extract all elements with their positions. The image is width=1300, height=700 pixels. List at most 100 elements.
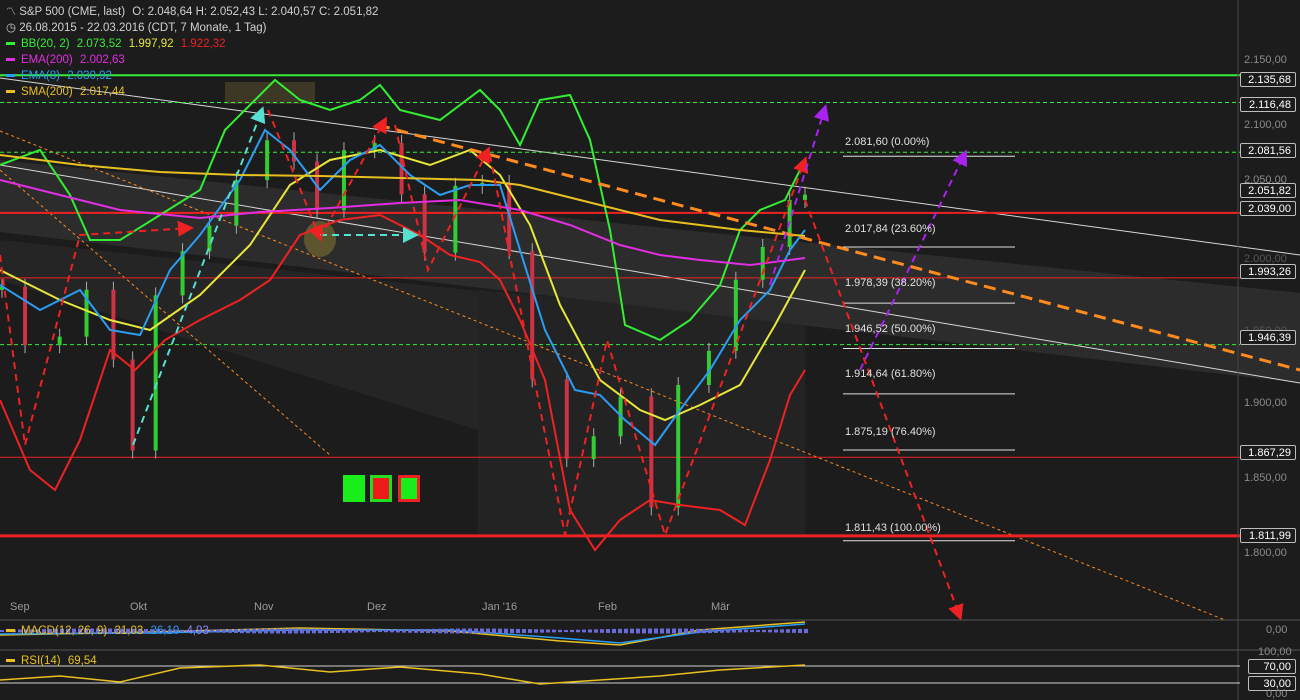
macd-signal: 26,10 [150,625,180,637]
macd-histogram-bar [312,628,316,634]
y-tick: 2.150,00 [1244,54,1287,66]
macd-histogram-bar [726,629,730,633]
macd-histogram-bar [426,628,430,634]
fib-label: 1.978,39 (38.20%) [845,277,936,289]
price-chart[interactable] [0,0,1300,700]
x-tick: Feb [598,601,617,613]
price-box: 2.116,48 [1240,97,1296,112]
macd-histogram-bar [390,629,394,633]
macd-histogram-bar [444,628,448,634]
rsi-line [0,664,806,685]
x-tick: Mär [711,601,730,613]
macd-histogram-bar [762,629,766,633]
fib-label: 1.914,64 (61.80%) [845,368,936,380]
y-tick: 1.850,00 [1244,472,1287,484]
x-tick: Jan '16 [482,601,518,613]
macd-histogram-bar [408,629,412,633]
macd-histogram-bar [342,629,346,633]
macd-label: MACD(12, 26, 9) [21,625,108,637]
rsi-value: 69,54 [67,655,97,667]
bb-swatch [6,42,15,46]
legend-ema200-name: EMA(200) [21,54,73,66]
x-tick: Sep [10,601,30,613]
macd-histogram-bar [750,629,754,633]
macd-histogram-bar [666,628,670,634]
candle-body [341,150,346,210]
clock-icon: ◷ [6,22,17,34]
legend-ema8-name: EMA(8) [21,70,60,82]
macd-histogram-bar [540,629,544,633]
macd-swatch [6,629,15,633]
macd-histogram-bar [258,628,262,634]
candle-body [591,436,596,460]
macd-histogram-bar [606,629,610,633]
price-box: 1.993,26 [1240,264,1296,279]
macd-histogram-bar [486,628,490,634]
candle-body [111,289,116,360]
candle-body [676,385,681,508]
pattern-square-green [343,475,365,502]
fib-label: 1.946,52 (50.00%) [845,323,936,335]
price-box: 1.946,39 [1240,330,1296,345]
macd-histogram-bar [804,628,808,634]
pattern-square-green-bordered [398,475,420,502]
macd-legend[interactable]: MACD(12, 26, 9) 31,03 26,10 4,93 [6,625,209,637]
price-box: 2.051,82 [1240,183,1296,198]
rsi-label: RSI(14) [21,655,61,667]
rsi-legend[interactable]: RSI(14) 69,54 [6,655,97,667]
macd-histogram-bar [246,628,250,634]
macd-value: 31,03 [114,625,144,637]
macd-histogram-bar [768,629,772,633]
legend-bb-lower: 1.922,32 [180,38,226,50]
macd-histogram-bar [330,628,334,634]
macd-histogram-bar [648,628,652,634]
legend-sma200-name: SMA(200) [21,86,73,98]
sma200-swatch [6,90,15,94]
macd-histogram-bar [708,628,712,634]
macd-histogram-bar [216,629,220,633]
macd-histogram-bar [294,628,298,634]
macd-histogram-bar [210,629,214,633]
legend-ema8[interactable]: EMA(8) 2.030,92 [6,68,112,84]
macd-histogram-bar [558,629,562,633]
header-symbol: S&P 500 (CME, last) [19,6,126,18]
macd-histogram-bar [468,628,472,634]
macd-histogram-bar [240,628,244,634]
candle-body [57,336,62,346]
legend-bb[interactable]: BB(20, 2) 2.073,52 1.997,92 1.922,32 [6,36,225,52]
macd-histogram-bar [798,628,802,634]
candle-body [265,140,270,181]
chart-type-icon: 〽 [6,7,16,18]
macd-histogram-bar [396,629,400,633]
macd-histogram-bar [624,628,628,634]
header-range: 26.08.2015 - 22.03.2016 (CDT, 7 Monate, … [19,22,267,34]
rsi-axis: 100,00 [1258,646,1292,658]
macd-histogram-bar [786,629,790,633]
header-ohlc: O: 2.048,64 H: 2.052,43 L: 2.040,57 C: 2… [132,6,379,18]
highlight-ellipse [304,221,336,257]
header-symbol-row: 〽 S&P 500 (CME, last) O: 2.048,64 H: 2.0… [6,4,378,21]
macd-histogram-bar [432,628,436,634]
y-tick: 1.900,00 [1244,397,1287,409]
macd-histogram-bar [618,628,622,634]
legend-bb-upper: 2.073,52 [76,38,122,50]
macd-histogram-bar [498,628,502,634]
macd-histogram-bar [318,628,322,634]
macd-histogram-bar [282,628,286,634]
macd-histogram-bar [570,629,574,633]
macd-histogram-bar [516,628,520,634]
legend-sma200[interactable]: SMA(200) 2.017,44 [6,84,125,100]
macd-histogram-bar [366,629,370,633]
macd-histogram-bar [534,629,538,633]
macd-histogram-bar [288,628,292,634]
macd-histogram-bar [702,628,706,634]
candle-body [130,359,135,451]
macd-histogram-bar [0,630,4,632]
legend-bb-name: BB(20, 2) [21,38,70,50]
macd-histogram-bar [222,629,226,633]
macd-histogram-bar [714,629,718,633]
legend-ema8-value: 2.030,92 [67,70,112,82]
ema8-swatch [6,74,15,78]
legend-ema200[interactable]: EMA(200) 2.002,63 [6,52,125,68]
macd-histogram-bar [696,628,700,634]
